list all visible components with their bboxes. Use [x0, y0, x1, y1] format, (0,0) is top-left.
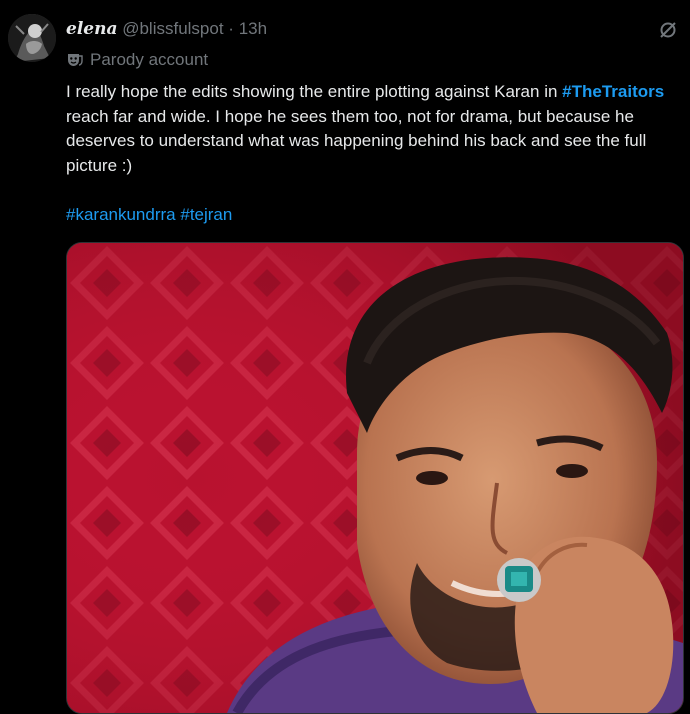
parody-text: Parody account: [90, 50, 209, 69]
tweet-photo[interactable]: [66, 242, 684, 714]
avatar[interactable]: [8, 14, 56, 62]
hashtag-karankundrra[interactable]: #karankundrra: [66, 205, 176, 224]
hashtag-tejran[interactable]: #tejran: [180, 205, 232, 224]
tweet: elena @blissfulspot · 13h Parody account…: [0, 0, 690, 714]
parody-label: Parody account: [66, 49, 208, 71]
tweet-header: elena @blissfulspot · 13h: [66, 18, 267, 40]
text-part-1: I really hope the edits showing the enti…: [66, 82, 563, 101]
photo-image: [67, 243, 683, 713]
hashtag-line: #karankundrra #tejran: [66, 203, 688, 228]
post-time[interactable]: 13h: [239, 19, 267, 38]
separator-dot: ·: [228, 19, 234, 38]
tweet-body: I really hope the edits showing the enti…: [66, 80, 688, 178]
user-handle[interactable]: @blissfulspot: [122, 19, 223, 38]
avatar-image: [8, 14, 56, 62]
text-part-2: reach far and wide. I hope he sees them …: [66, 106, 647, 175]
theater-mask-icon: [66, 51, 84, 69]
display-name[interactable]: elena: [66, 19, 117, 39]
grok-icon[interactable]: [658, 20, 678, 40]
hashtag-thetraitors[interactable]: #TheTraitors: [562, 82, 664, 101]
tweet-text: I really hope the edits showing the enti…: [66, 80, 688, 227]
